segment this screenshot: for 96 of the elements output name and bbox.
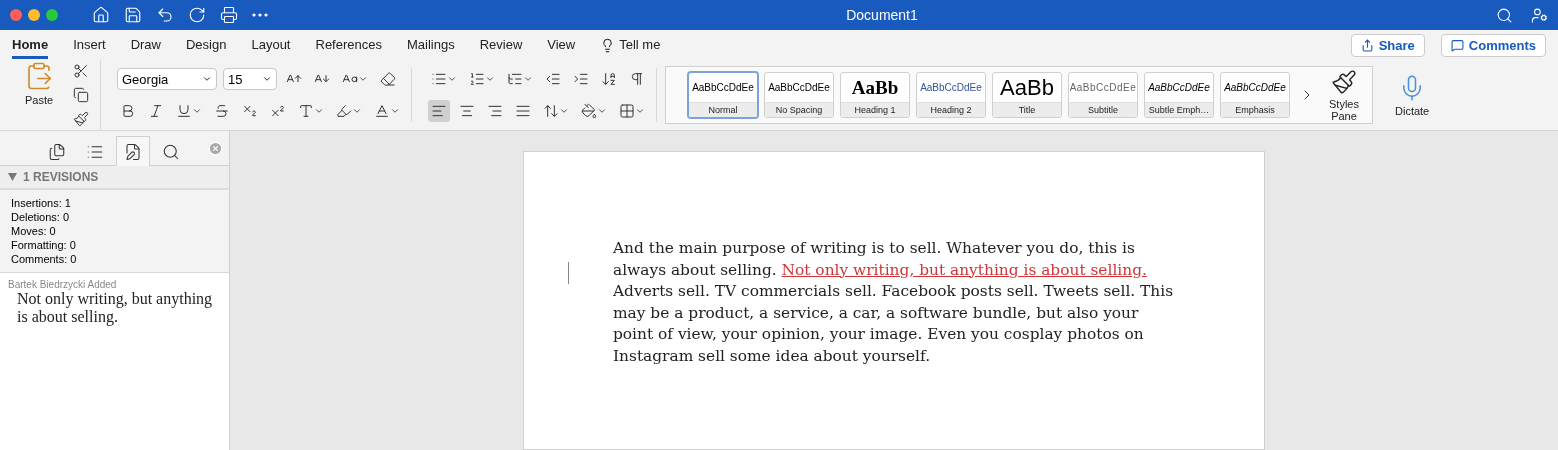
ribbon-tab[interactable]: Layout [251,31,291,59]
shading-icon [581,103,597,119]
dictate-button[interactable]: Dictate [1389,72,1436,118]
share-button[interactable]: Share [1350,33,1425,57]
borders-icon [619,103,635,119]
inserted-text: Not only writing, but anything is about selling. [781,260,1147,279]
numbering-icon [469,71,485,87]
style-option[interactable]: AaBbCcDdEe Normal [688,72,758,118]
align-button[interactable] [428,100,450,122]
collapse-triangle-icon [8,173,17,181]
style-option[interactable]: AaBbCcDdEe Subtitle [1068,72,1138,118]
search-icon [1496,6,1513,24]
revisions-header[interactable]: 1 REVISIONS [0,166,229,190]
multilevel-list-icon [507,71,523,87]
print-icon [220,6,238,24]
subscript-icon [242,103,258,119]
style-option[interactable]: AaBbCcDdEe Emphasis [1220,72,1290,118]
caret-icon [390,106,400,116]
revision-text[interactable]: Not only writing, but anything is about selling. [8,290,221,326]
align-icon [487,103,503,119]
bullets-icon [431,71,447,87]
redo-icon [188,6,206,24]
caret-icon [635,106,645,116]
paste-button[interactable]: Paste [18,60,60,130]
italic-icon [148,103,164,119]
format-painter-icon [73,111,89,127]
revision-stat: Deletions: 0 [11,210,71,224]
document-pen-icon [124,142,142,161]
text-effects-icon [298,103,314,119]
revision-stat: Formatting: 0 [11,238,77,252]
caret-icon [523,74,533,84]
tell-me-search[interactable]: Tell me [619,31,661,59]
sort-icon [601,71,617,87]
account-icon [1531,6,1548,24]
style-option[interactable]: AaBbCcDdEe Heading 2 [916,72,986,118]
caret-icon [352,106,362,116]
highlight-icon [336,103,352,119]
ribbon-tab[interactable]: Mailings [407,31,455,59]
caret-icon [447,74,457,84]
document-paragraph: And the main purpose of writing is to sell. Whatever you do, this is always about selling. Not only writing, but anything is about selling. Adverts sell. TV commercials sell. Facebook posts sell. Tweets sell. This may be a product, a service, a car, a software bundle, but also your point of view, your opinion, your image. Even you cosplay photos on Instagram sell some idea about yourself. [613,238,1174,367]
undo-icon [156,6,174,24]
ribbon-tab[interactable]: View [547,31,576,59]
underline-icon [176,103,192,119]
ribbon-tab[interactable]: Draw [130,31,161,59]
caret-icon [192,106,202,116]
copy-icon [73,87,89,103]
save-icon [124,6,142,24]
font-name-dropdown[interactable]: Georgia [117,68,217,90]
home-icon [92,6,110,24]
show-formatting-icon [629,71,645,87]
paintbrush-icon [1331,68,1357,95]
style-option[interactable]: AaBb Heading 1 [840,72,910,118]
cut-icon [73,63,89,79]
caret-icon [485,74,495,84]
ribbon-tab[interactable]: Design [186,31,227,59]
caret-icon [314,106,324,116]
window-title: Document1 [846,7,918,23]
increase-indent-icon [573,71,589,87]
share-icon [1360,38,1374,52]
line-spacing-icon [543,103,559,119]
style-option[interactable]: AaBb Title [992,72,1062,118]
caret-icon [358,74,368,84]
superscript-icon [270,103,286,119]
revision-stat: Comments: 0 [11,252,78,266]
revision-author: Bartek Biedrzycki Added [8,279,118,290]
revision-stat: Moves: 0 [11,224,57,238]
revision-stat: Insertions: 1 [11,196,72,210]
font-color-icon [374,103,390,119]
ribbon-tab[interactable]: References [315,31,382,59]
caret-icon [559,106,569,116]
caret-icon [202,74,212,84]
minimize-window-button[interactable] [28,9,40,21]
strikethrough-icon [214,103,230,119]
more-icon[interactable] [252,13,268,17]
comment-icon [1450,38,1464,52]
bold-icon [120,103,136,119]
zoom-window-button[interactable] [46,9,58,21]
pages-icon [48,142,66,161]
align-icon [459,103,475,119]
ribbon-tab[interactable]: Review [479,31,523,59]
close-icon [208,141,223,156]
caret-icon [262,74,272,84]
style-option[interactable]: AaBbCcDdEe Subtle Emph… [1144,72,1214,118]
comments-button[interactable]: Comments [1440,33,1546,57]
search-icon [162,142,180,161]
styles-pane-button[interactable]: Styles Pane [1324,67,1364,123]
caret-icon [597,106,607,116]
sidebar-tab[interactable] [116,136,150,166]
style-option[interactable]: AaBbCcDdEe No Spacing [764,72,834,118]
align-icon [431,103,447,119]
ribbon-tab[interactable]: Home [12,31,49,59]
ribbon-tab[interactable]: Insert [73,31,106,59]
decrease-indent-icon [545,71,561,87]
clear-formatting-icon [380,71,396,87]
align-icon [515,103,531,119]
font-size-dropdown[interactable]: 15 [223,68,277,90]
